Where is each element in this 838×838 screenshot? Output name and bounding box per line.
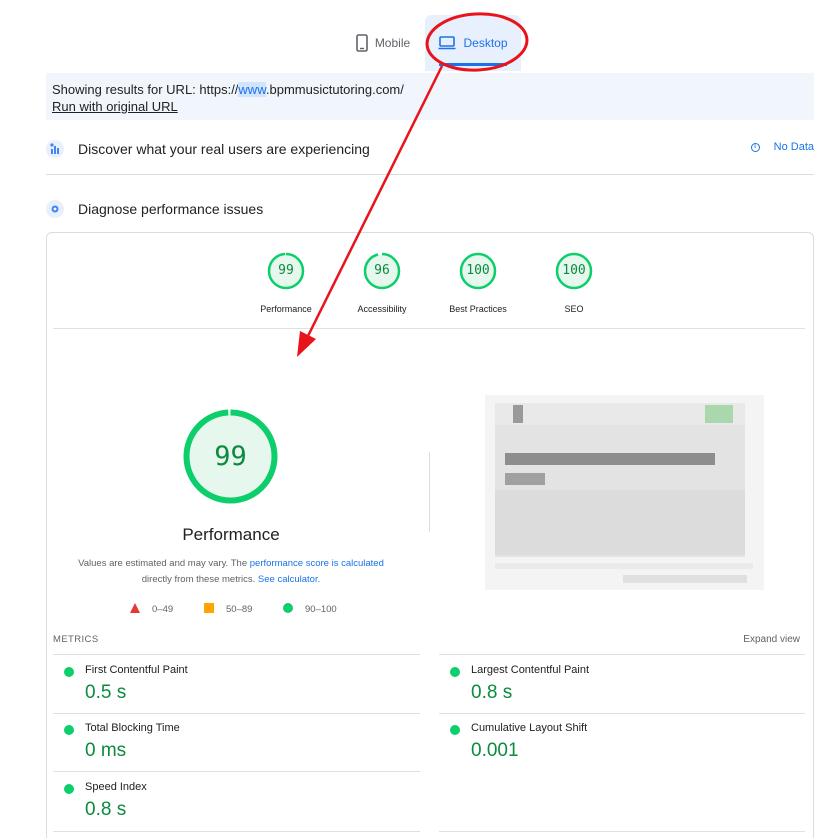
metric-value: 0 ms <box>85 740 127 761</box>
gauge-best-practices[interactable]: 100 Best Practices <box>433 252 523 314</box>
metric-name: Largest Contentful Paint <box>471 664 590 676</box>
real-users-title: Discover what your real users are experi… <box>78 141 370 157</box>
crux-users-icon <box>46 140 64 158</box>
pass-circle-icon <box>450 667 460 677</box>
run-original-url-link[interactable]: Run with original URL <box>52 98 808 115</box>
desc-text-2: directly from these metrics. <box>141 574 258 585</box>
diagnose-title: Diagnose performance issues <box>78 201 264 217</box>
gauge-ring: 100 <box>555 252 593 290</box>
legend-range: 50–89 <box>226 604 253 615</box>
pass-circle-icon <box>450 725 460 735</box>
metric-divider <box>53 831 420 832</box>
vertical-separator <box>429 452 430 532</box>
tab-desktop-label: Desktop <box>463 36 508 50</box>
triangle-icon <box>130 603 140 616</box>
gauge-score: 96 <box>374 263 390 278</box>
gauge-score: 99 <box>278 263 294 278</box>
no-data-label: No Data <box>773 141 814 153</box>
mobile-phone-icon <box>356 34 368 52</box>
real-users-section[interactable]: Discover what your real users are experi… <box>46 134 814 164</box>
gauge-label: SEO <box>564 304 584 314</box>
final-screenshot-thumbnail[interactable] <box>485 395 764 590</box>
diagnose-section[interactable]: Diagnose performance issues <box>46 194 814 224</box>
performance-big-gauge: 99 <box>183 409 278 504</box>
gauge-accessibility[interactable]: 96 Accessibility <box>337 252 427 314</box>
metric-divider <box>439 713 805 714</box>
url-prefix: Showing results for URL: https:// <box>52 82 239 97</box>
gauge-label: Accessibility <box>357 304 407 314</box>
no-data-status[interactable]: i No Data <box>750 141 814 153</box>
performance-description: Values are estimated and may vary. The p… <box>60 556 402 588</box>
legend-fail: 0–49 <box>130 603 173 616</box>
gauge-score: 100 <box>562 263 586 278</box>
gauge-ring: 99 <box>267 252 305 290</box>
performance-big-score: 99 <box>214 441 247 472</box>
gauge-performance[interactable]: 99 Performance <box>241 252 331 314</box>
desc-text-1: Values are estimated and may vary. The <box>78 558 250 569</box>
metric-name: Total Blocking Time <box>85 722 180 734</box>
laptop-icon <box>438 36 456 50</box>
gauge-ring: 100 <box>459 252 497 290</box>
tab-mobile-label: Mobile <box>374 36 411 50</box>
section-divider <box>46 174 814 175</box>
square-icon <box>204 603 214 616</box>
pass-circle-icon <box>64 725 74 735</box>
metric-value: 0.8 s <box>85 799 127 820</box>
active-tab-indicator <box>439 63 507 66</box>
gauge-label: Best Practices <box>449 304 507 314</box>
legend-average: 50–89 <box>204 603 252 616</box>
metric-value: 0.001 <box>471 740 519 761</box>
lighthouse-diagnose-icon <box>46 200 64 218</box>
info-icon: i <box>750 142 760 152</box>
metrics-header: METRICS <box>53 634 99 645</box>
metric-name: Speed Index <box>85 781 147 793</box>
circle-icon <box>283 603 293 616</box>
tab-desktop[interactable]: Desktop <box>425 15 521 71</box>
legend-range: 90–100 <box>305 604 337 615</box>
see-calculator-link[interactable]: See calculator. <box>258 574 320 585</box>
metric-name: First Contentful Paint <box>85 664 188 676</box>
metric-divider <box>53 654 420 655</box>
score-calculated-link[interactable]: performance score is calculated <box>250 558 384 569</box>
pass-circle-icon <box>64 667 74 677</box>
url-suffix: .bpmmusictutoring.com/ <box>265 82 404 97</box>
url-highlight: www <box>238 82 266 97</box>
legend-pass: 90–100 <box>283 603 337 616</box>
legend-range: 0–49 <box>152 604 174 615</box>
gauge-seo[interactable]: 100 SEO <box>529 252 619 314</box>
metric-divider <box>53 713 420 714</box>
metric-divider <box>439 831 805 832</box>
metric-value: 0.5 s <box>85 682 127 703</box>
performance-title: Performance <box>182 525 280 544</box>
tab-mobile[interactable]: Mobile <box>344 15 422 71</box>
gauge-score: 100 <box>466 263 490 278</box>
gauges-divider <box>53 328 805 329</box>
metric-divider <box>53 771 420 772</box>
gauge-label: Performance <box>260 304 312 314</box>
gauge-ring: 96 <box>363 252 401 290</box>
metric-value: 0.8 s <box>471 682 513 703</box>
expand-view-toggle[interactable]: Expand view <box>743 634 800 645</box>
metric-name: Cumulative Layout Shift <box>471 722 588 734</box>
metric-divider <box>439 654 805 655</box>
url-info-box: Showing results for URL: https://www.bpm… <box>46 73 814 120</box>
pass-circle-icon <box>64 784 74 794</box>
